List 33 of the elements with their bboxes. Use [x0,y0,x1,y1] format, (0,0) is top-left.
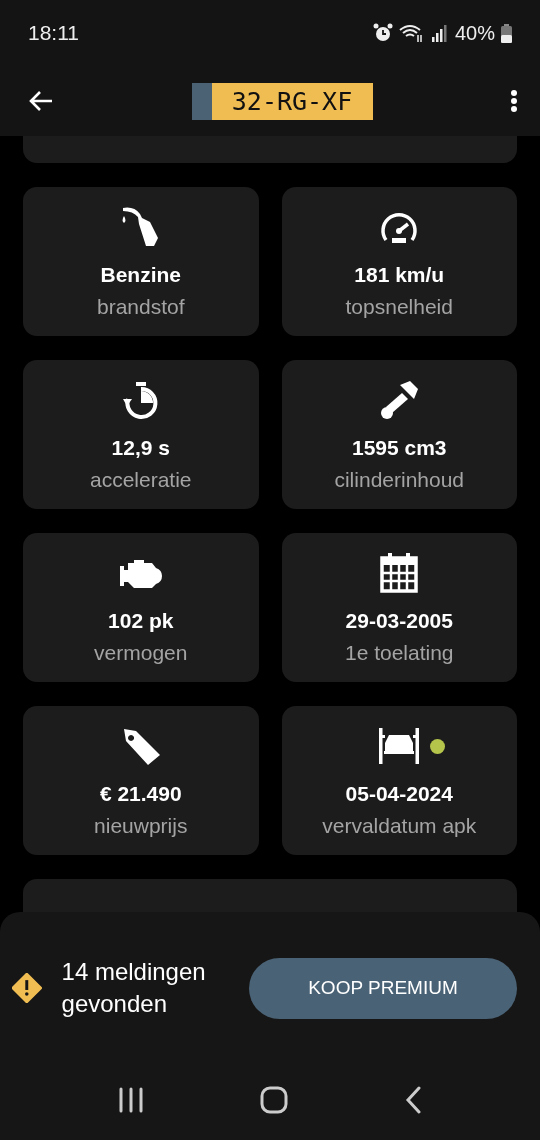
buy-premium-button[interactable]: KOOP PREMIUM [248,957,517,1019]
recent-apps-button[interactable] [118,1087,144,1113]
car-lift-icon [378,725,421,767]
stat-value: 102 pk [108,609,174,633]
wifi-icon [398,23,425,43]
warning-icon [12,973,42,1003]
stat-value: 29-03-2005 [345,609,453,633]
stat-label: vervaldatum apk [322,814,477,838]
stat-label: brandstof [96,295,185,319]
stat-value: 05-04-2024 [345,782,453,806]
license-plate: 32-RG-XF [191,82,373,120]
stat-value: 1595 cm3 [351,436,447,460]
status-time: 18:11 [28,21,79,45]
stat-label: nieuwprijs [94,814,188,838]
stat-value: Benzine [100,263,181,287]
more-options-button[interactable] [510,89,518,113]
back-nav-button[interactable] [404,1086,422,1114]
stat-label: acceleratie [89,468,192,492]
alarm-clock-icon [372,23,393,43]
stat-label: cilinderinhoud [334,468,465,492]
stat-value: 12,9 s [111,436,170,460]
battery-percentage: 40% [454,21,495,45]
stat-label: 1e toelating [344,641,454,665]
battery-icon [501,23,512,43]
signal-icon [430,23,449,43]
back-button[interactable] [28,89,54,113]
stat-value: 181 km/u [354,263,445,287]
alerts-message: 14 meldingen gevonden [61,957,207,1019]
stat-label: vermogen [94,641,188,665]
stat-label: topsnelheid [345,295,453,319]
stat-value: € 21.490 [99,782,182,806]
home-button[interactable] [260,1086,288,1114]
calendar-icon [379,552,420,594]
